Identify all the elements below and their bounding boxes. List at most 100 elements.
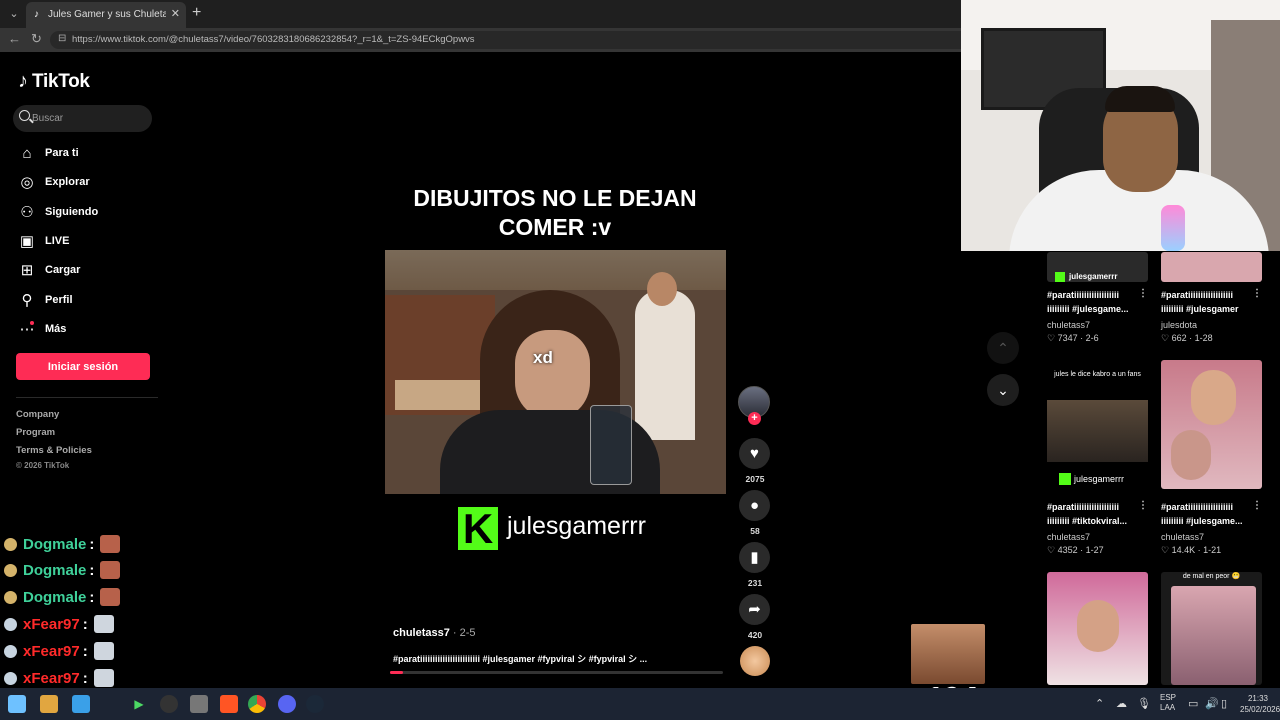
previous-video-button[interactable]: ⌃ bbox=[987, 332, 1019, 364]
address-bar[interactable]: ⊟ https://www.tiktok.com/@chuletass7/vid… bbox=[50, 31, 970, 49]
discord-icon[interactable] bbox=[278, 695, 296, 713]
play-icon[interactable]: ▶ bbox=[130, 695, 148, 713]
webcam-overlay bbox=[961, 0, 1280, 251]
input-language[interactable]: ESP LAA bbox=[1160, 693, 1176, 713]
chrome-icon[interactable] bbox=[248, 695, 266, 713]
video-author[interactable]: chuletass7 bbox=[393, 627, 450, 639]
grid-card-stats: ♡ 4352 · 1-27 bbox=[1047, 545, 1104, 555]
chat-emote-icon bbox=[100, 588, 121, 606]
new-tab-icon[interactable]: + bbox=[192, 4, 201, 22]
battery-icon[interactable]: ▯ bbox=[1221, 697, 1227, 710]
more-options-icon[interactable]: ⋮ bbox=[1138, 288, 1148, 299]
video-scene-person-face bbox=[647, 272, 677, 306]
obs-icon[interactable] bbox=[160, 695, 178, 713]
footer-link-company[interactable]: Company bbox=[16, 409, 59, 420]
chat-emote-icon bbox=[100, 561, 121, 579]
chat-separator: : bbox=[82, 669, 88, 687]
grid-card-title[interactable]: #paratiiiiiiiiiiiiiiiiii iiiiiiiii #tikt… bbox=[1047, 500, 1139, 528]
chat-badge-icon bbox=[4, 671, 17, 685]
site-info-icon[interactable]: ⊟ bbox=[58, 33, 66, 44]
url-text[interactable]: https://www.tiktok.com/@chuletass7/video… bbox=[72, 34, 475, 45]
thumb-caption: de mal en peor 😬 bbox=[1182, 573, 1241, 580]
app-icon[interactable] bbox=[72, 695, 90, 713]
back-icon[interactable]: ← bbox=[8, 31, 21, 46]
video-thumbnail[interactable] bbox=[1161, 360, 1262, 489]
tiktok-logo[interactable]: ♪ TikTok bbox=[18, 70, 90, 93]
copyright: © 2026 TikTok bbox=[16, 461, 70, 470]
next-video-button[interactable]: ⌄ bbox=[987, 374, 1019, 406]
steam-icon[interactable] bbox=[306, 695, 324, 713]
save-button[interactable]: ▮ bbox=[739, 542, 770, 573]
video-watermark: julesgamerrr bbox=[507, 512, 646, 540]
sidebar-item-para-ti[interactable]: ⌂ Para ti bbox=[16, 142, 79, 164]
sidebar-item-cargar[interactable]: ⊞ Cargar bbox=[16, 259, 81, 281]
sidebar-item-live[interactable]: ▣ LIVE bbox=[16, 230, 70, 252]
footer-link-program[interactable]: Program bbox=[16, 427, 55, 438]
search-box[interactable] bbox=[13, 105, 152, 132]
comment-button[interactable]: ● bbox=[739, 490, 770, 521]
like-button[interactable]: ♥ bbox=[739, 438, 770, 469]
tab-close-icon[interactable]: ✕ bbox=[171, 7, 180, 20]
sidebar-item-mas[interactable]: ⋯ Más bbox=[16, 318, 66, 340]
video-overlay-text: xd bbox=[533, 348, 553, 367]
widgets-icon[interactable] bbox=[8, 695, 26, 713]
brave-icon[interactable] bbox=[220, 695, 238, 713]
chat-message: Dogmale: bbox=[4, 533, 121, 555]
grid-card-user[interactable]: chuletass7 bbox=[1047, 320, 1090, 330]
video-thumbnail[interactable]: de mal en peor 😬 bbox=[1161, 572, 1262, 685]
grid-card-title[interactable]: #paratiiiiiiiiiiiiiiiiii iiiiiiiii #jule… bbox=[1047, 288, 1139, 316]
files-icon[interactable] bbox=[40, 695, 58, 713]
network-icon[interactable]: ▭ bbox=[1188, 697, 1198, 710]
thumb-watermark: julesgamerrr bbox=[1074, 474, 1125, 484]
sidebar-item-label: Cargar bbox=[45, 264, 81, 276]
tab-list-dropdown-icon[interactable]: ⌄ bbox=[4, 4, 24, 24]
sidebar-item-siguiendo[interactable]: ⚇ Siguiendo bbox=[16, 201, 98, 223]
clock-time: 21:33 bbox=[1247, 694, 1269, 703]
taskbar: ▶ ⌃ ☁ 🎙 ESP LAA ▭ 🔊 ▯ 21:33 25/02/2026 bbox=[0, 688, 1280, 720]
tray-chevron-up-icon[interactable]: ⌃ bbox=[1095, 697, 1104, 710]
footer-link-terms[interactable]: Terms & Policies bbox=[16, 445, 92, 456]
chat-badge-icon bbox=[4, 590, 17, 604]
sidebar-item-label: Para ti bbox=[45, 147, 79, 159]
video-thumbnail[interactable] bbox=[1047, 572, 1148, 685]
share-button[interactable]: ➦ bbox=[739, 594, 770, 625]
music-disc-icon[interactable] bbox=[740, 646, 770, 676]
volume-icon[interactable]: 🔊 bbox=[1205, 697, 1219, 710]
thumb-image bbox=[1171, 586, 1256, 685]
sidebar-item-explorar[interactable]: ◎ Explorar bbox=[16, 171, 89, 193]
grid-card-title[interactable]: #paratiiiiiiiiiiiiiiiiii iiiiiiiii #jule… bbox=[1161, 500, 1253, 528]
tiktok-note-icon: ♪ bbox=[18, 70, 28, 92]
chat-username: xFear97 bbox=[23, 615, 80, 633]
share-count: 420 bbox=[747, 630, 763, 640]
chat-username: Dogmale bbox=[23, 561, 87, 579]
chat-message: xFear97: bbox=[4, 667, 114, 689]
sidebar-divider bbox=[16, 397, 158, 398]
grid-card-user[interactable]: julesdota bbox=[1161, 320, 1197, 330]
grid-card-title[interactable]: #paratiiiiiiiiiiiiiiiiii iiiiiiiii #jule… bbox=[1161, 288, 1253, 316]
thumb-watermark: julesgamerrr bbox=[1069, 272, 1118, 281]
app-icon[interactable] bbox=[190, 695, 208, 713]
tray-cloud-icon[interactable]: ☁ bbox=[1116, 697, 1127, 710]
chat-username: Dogmale bbox=[23, 535, 87, 553]
login-button[interactable]: Iniciar sesión bbox=[16, 353, 150, 380]
reload-icon[interactable]: ↻ bbox=[31, 31, 42, 47]
more-options-icon[interactable]: ⋮ bbox=[1252, 288, 1262, 299]
grid-card-user[interactable]: chuletass7 bbox=[1047, 532, 1090, 542]
video-thumbnail[interactable]: jules le dice kabro a un fans julesgamer… bbox=[1047, 360, 1148, 489]
more-options-icon[interactable]: ⋮ bbox=[1252, 500, 1262, 511]
video-thumbnail[interactable]: julesgamerrr bbox=[1047, 252, 1148, 282]
search-input[interactable] bbox=[32, 105, 147, 132]
tray-mic-icon[interactable]: 🎙 bbox=[1137, 697, 1151, 710]
more-options-icon[interactable]: ⋮ bbox=[1138, 500, 1148, 511]
system-clock[interactable]: 21:33 25/02/2026 bbox=[1240, 693, 1280, 715]
sidebar-item-perfil[interactable]: ⚲ Perfil bbox=[16, 289, 73, 311]
video-description[interactable]: #paratiiiiiiiiiiiiiiiiiiiiiiii #julesgam… bbox=[393, 652, 647, 665]
clock-date: 25/02/2026 bbox=[1240, 705, 1280, 714]
live-icon: ▣ bbox=[19, 233, 35, 250]
video-thumbnail[interactable] bbox=[1161, 252, 1262, 282]
browser-tab[interactable]: ♪ Jules Gamer y sus Chuletasss | TikTok … bbox=[26, 2, 186, 28]
follow-plus-icon[interactable]: + bbox=[748, 412, 761, 425]
video-player[interactable]: xd bbox=[385, 250, 726, 494]
video-progress-bar[interactable] bbox=[390, 671, 723, 674]
grid-card-user[interactable]: chuletass7 bbox=[1161, 532, 1204, 542]
